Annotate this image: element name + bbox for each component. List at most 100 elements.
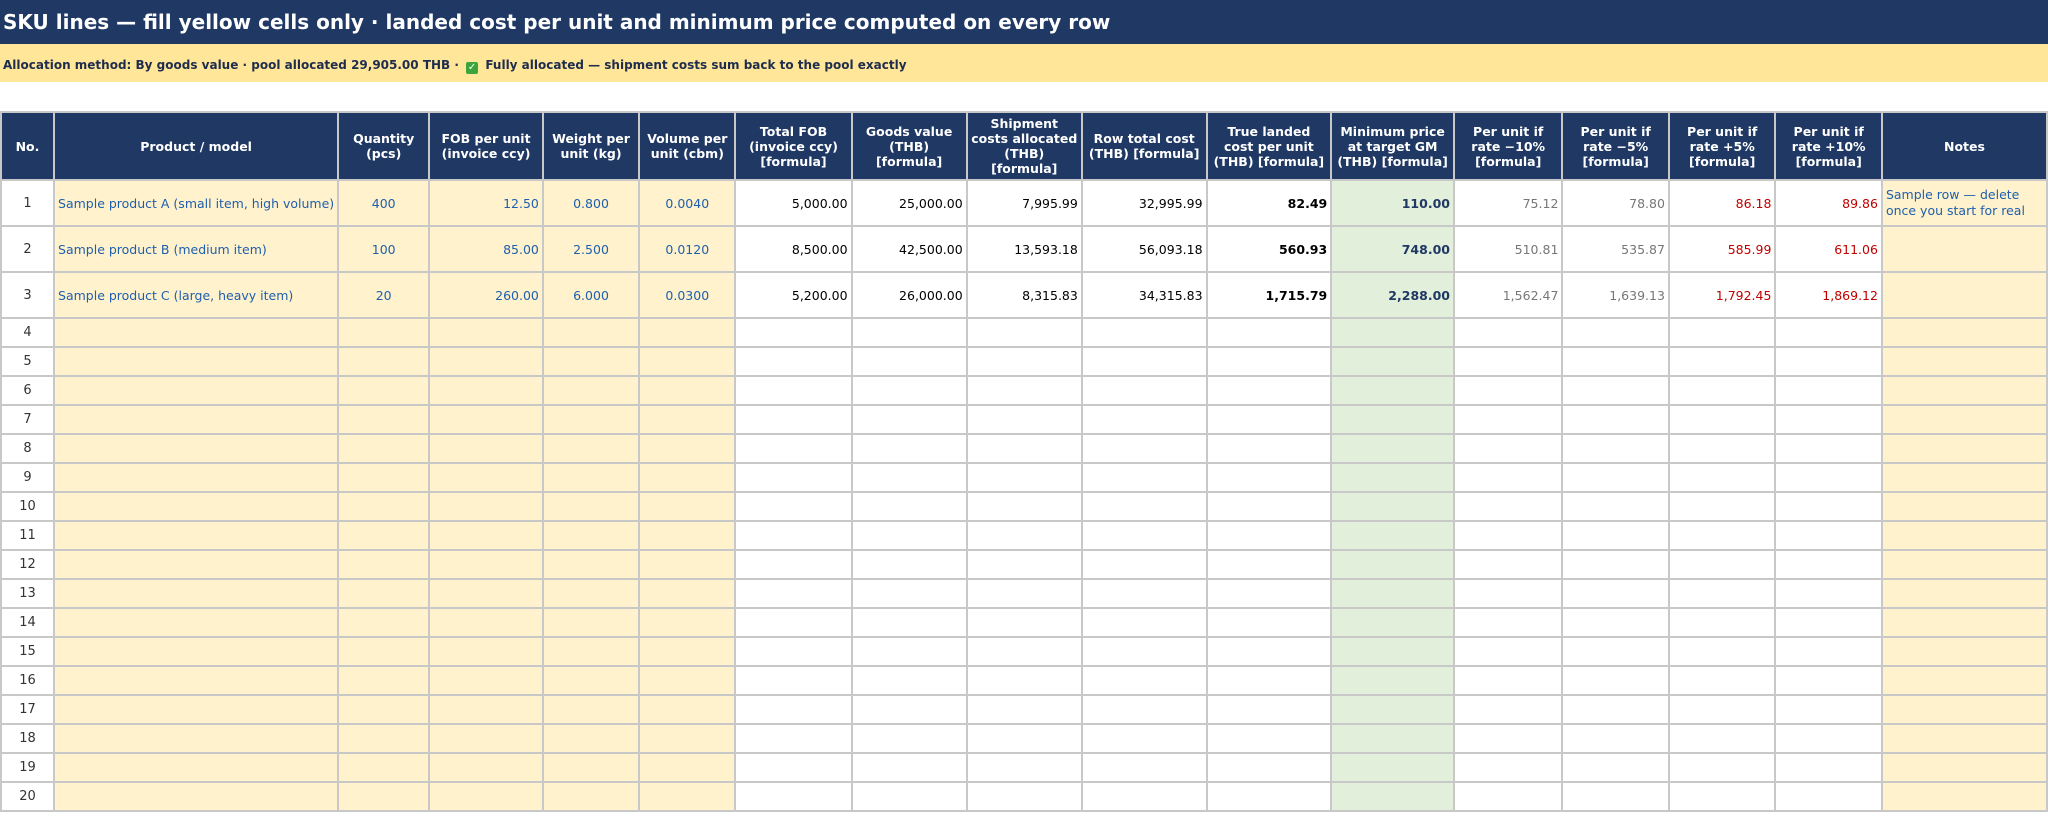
cell-rate-minus-5[interactable]: 78.80: [1561, 179, 1670, 227]
cell-rate-plus-10[interactable]: [1774, 549, 1883, 580]
cell-volume[interactable]: 0.0120: [638, 225, 737, 273]
cell-rate-minus-10[interactable]: [1452, 549, 1564, 580]
header-total-fob[interactable]: Total FOB (invoice ccy) [formula]: [734, 111, 853, 181]
cell-volume[interactable]: [638, 317, 737, 348]
cell-landed-cost[interactable]: [1205, 578, 1333, 609]
cell-goods-value[interactable]: [850, 520, 968, 551]
cell-weight[interactable]: [541, 491, 641, 522]
cell-volume[interactable]: [638, 636, 737, 667]
cell-weight[interactable]: [541, 694, 641, 725]
cell-rate-plus-5[interactable]: [1667, 375, 1777, 406]
cell-landed-cost[interactable]: [1205, 694, 1333, 725]
cell-notes[interactable]: [1880, 549, 2048, 580]
cell-row-total[interactable]: [1080, 491, 1208, 522]
cell-shipment-costs[interactable]: [965, 694, 1083, 725]
cell-landed-cost[interactable]: 560.93: [1205, 225, 1333, 273]
cell-rate-minus-10[interactable]: 75.12: [1452, 179, 1564, 227]
cell-fob-unit[interactable]: 85.00: [428, 225, 544, 273]
cell-product[interactable]: [53, 375, 340, 406]
cell-rate-plus-5[interactable]: [1667, 549, 1777, 580]
cell-rate-plus-5[interactable]: [1667, 520, 1777, 551]
cell-landed-cost[interactable]: [1205, 404, 1333, 435]
cell-product[interactable]: [53, 694, 340, 725]
cell-min-price[interactable]: [1330, 346, 1455, 377]
cell-product[interactable]: [53, 636, 340, 667]
cell-notes[interactable]: [1880, 271, 2048, 319]
cell-quantity[interactable]: [337, 636, 431, 667]
cell-product[interactable]: [53, 723, 340, 754]
cell-total-fob[interactable]: [734, 636, 853, 667]
cell-quantity[interactable]: [337, 520, 431, 551]
cell-notes[interactable]: [1880, 225, 2048, 273]
cell-weight[interactable]: [541, 752, 641, 783]
cell-weight[interactable]: [541, 520, 641, 551]
cell-rate-minus-5[interactable]: [1561, 781, 1670, 812]
cell-shipment-costs[interactable]: [965, 433, 1083, 464]
cell-fob-unit[interactable]: [428, 317, 544, 348]
cell-min-price[interactable]: [1330, 404, 1455, 435]
cell-rate-minus-5[interactable]: [1561, 694, 1670, 725]
cell-shipment-costs[interactable]: [965, 665, 1083, 696]
cell-shipment-costs[interactable]: 8,315.83: [965, 271, 1083, 319]
cell-landed-cost[interactable]: [1205, 607, 1333, 638]
cell-rate-plus-10[interactable]: [1774, 433, 1883, 464]
header-quantity[interactable]: Quantity (pcs): [337, 111, 431, 181]
cell-rate-minus-10[interactable]: 510.81: [1452, 225, 1564, 273]
cell-landed-cost[interactable]: [1205, 665, 1333, 696]
cell-volume[interactable]: [638, 694, 737, 725]
cell-product[interactable]: [53, 752, 340, 783]
cell-min-price[interactable]: 110.00: [1330, 179, 1455, 227]
cell-total-fob[interactable]: [734, 404, 853, 435]
cell-rate-plus-10[interactable]: [1774, 491, 1883, 522]
cell-weight[interactable]: [541, 317, 641, 348]
cell-volume[interactable]: [638, 433, 737, 464]
cell-landed-cost[interactable]: [1205, 346, 1333, 377]
cell-rate-minus-10[interactable]: [1452, 752, 1564, 783]
cell-fob-unit[interactable]: [428, 781, 544, 812]
cell-total-fob[interactable]: [734, 346, 853, 377]
cell-rate-minus-5[interactable]: [1561, 491, 1670, 522]
cell-product[interactable]: [53, 433, 340, 464]
cell-weight[interactable]: [541, 607, 641, 638]
cell-rate-minus-5[interactable]: [1561, 346, 1670, 377]
cell-quantity[interactable]: [337, 433, 431, 464]
cell-rate-plus-10[interactable]: 89.86: [1774, 179, 1883, 227]
header-landed-cost[interactable]: True landed cost per unit (THB) [formula…: [1205, 111, 1333, 181]
cell-quantity[interactable]: 20: [337, 271, 431, 319]
cell-shipment-costs[interactable]: [965, 317, 1083, 348]
cell-fob-unit[interactable]: [428, 578, 544, 609]
cell-row-total[interactable]: [1080, 578, 1208, 609]
cell-quantity[interactable]: 400: [337, 179, 431, 227]
header-notes[interactable]: Notes: [1880, 111, 2048, 181]
cell-volume[interactable]: 0.0300: [638, 271, 737, 319]
cell-total-fob[interactable]: 8,500.00: [734, 225, 853, 273]
cell-rate-minus-10[interactable]: [1452, 665, 1564, 696]
cell-weight[interactable]: [541, 665, 641, 696]
cell-volume[interactable]: [638, 462, 737, 493]
cell-rate-plus-5[interactable]: [1667, 578, 1777, 609]
cell-product[interactable]: [53, 781, 340, 812]
cell-landed-cost[interactable]: [1205, 520, 1333, 551]
cell-quantity[interactable]: [337, 723, 431, 754]
cell-product[interactable]: [53, 317, 340, 348]
cell-notes[interactable]: [1880, 578, 2048, 609]
cell-fob-unit[interactable]: [428, 549, 544, 580]
cell-product[interactable]: Sample product C (large, heavy item): [53, 271, 340, 319]
cell-rate-minus-5[interactable]: [1561, 578, 1670, 609]
cell-goods-value[interactable]: [850, 433, 968, 464]
cell-landed-cost[interactable]: [1205, 462, 1333, 493]
cell-rate-minus-5[interactable]: [1561, 404, 1670, 435]
cell-rate-plus-10[interactable]: [1774, 346, 1883, 377]
cell-volume[interactable]: [638, 346, 737, 377]
cell-goods-value[interactable]: [850, 491, 968, 522]
cell-total-fob[interactable]: [734, 578, 853, 609]
cell-weight[interactable]: [541, 375, 641, 406]
cell-row-total[interactable]: [1080, 549, 1208, 580]
cell-shipment-costs[interactable]: [965, 578, 1083, 609]
cell-total-fob[interactable]: 5,000.00: [734, 179, 853, 227]
cell-row-total[interactable]: [1080, 752, 1208, 783]
cell-rate-minus-10[interactable]: [1452, 520, 1564, 551]
cell-notes[interactable]: [1880, 346, 2048, 377]
cell-shipment-costs[interactable]: [965, 375, 1083, 406]
cell-fob-unit[interactable]: [428, 636, 544, 667]
